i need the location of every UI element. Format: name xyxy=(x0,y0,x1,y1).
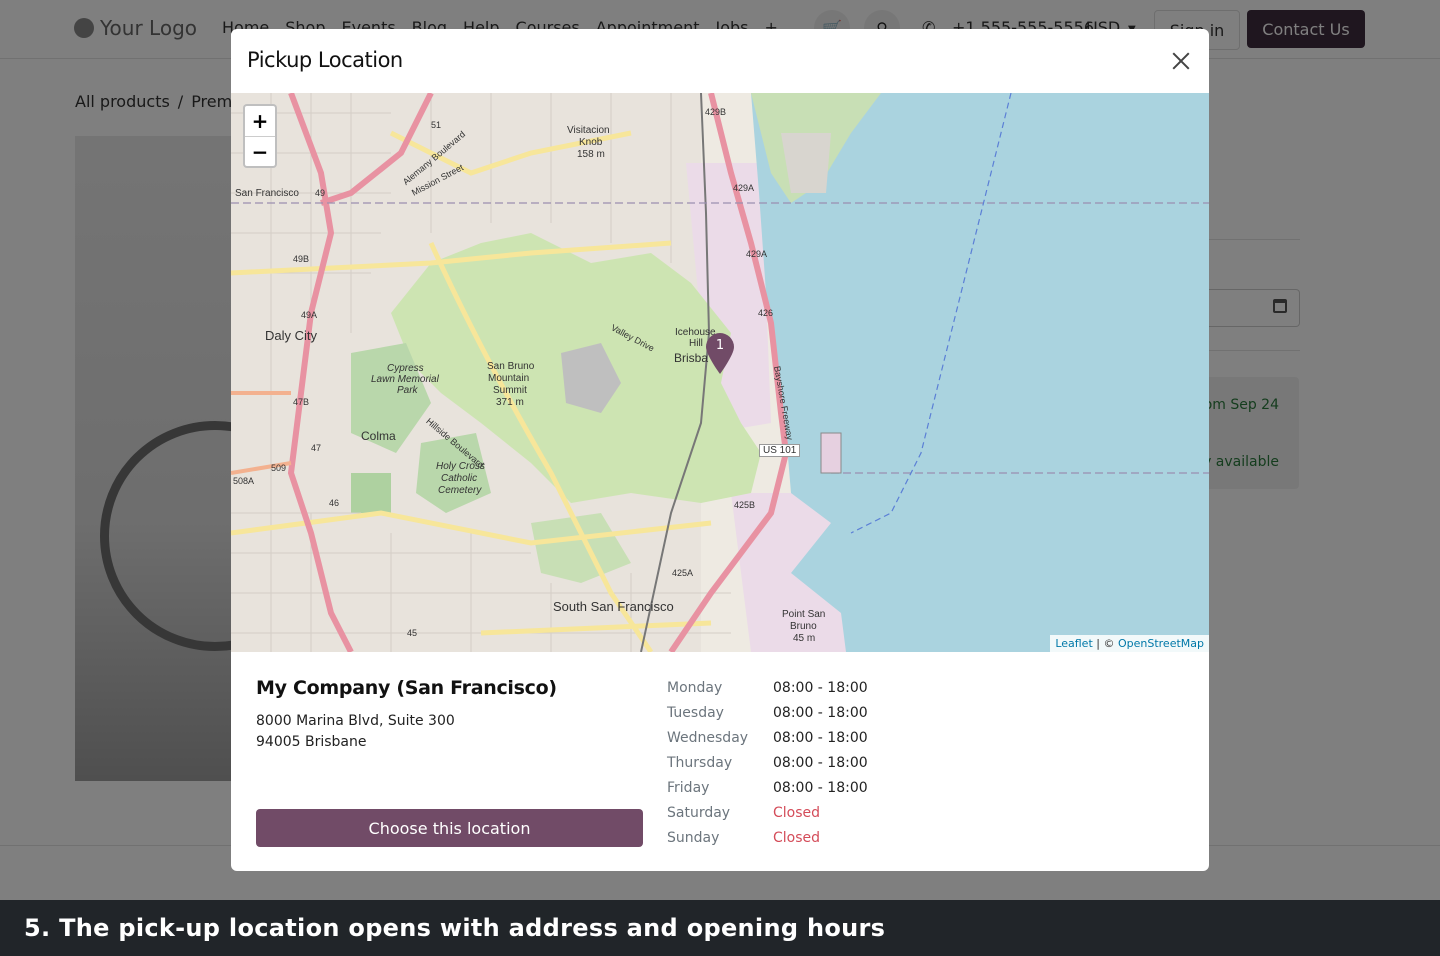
location-name: My Company (San Francisco) xyxy=(256,677,557,699)
map-label-visitacion: Visitacion xyxy=(567,125,610,136)
zoom-in-button[interactable]: + xyxy=(245,106,275,136)
map-label-us-101: US 101 xyxy=(759,444,801,457)
map-label-point-san-bruno-2: Bruno xyxy=(790,621,817,632)
leaflet-link[interactable]: Leaflet xyxy=(1055,637,1092,650)
map-label-point-elevation: 45 m xyxy=(793,633,816,644)
hours-time: 08:00 - 18:00 xyxy=(773,679,868,696)
map-label-san-bruno-mountain: Mountain xyxy=(488,373,530,384)
map-label-icehouse-hill: Hill xyxy=(689,338,703,349)
hours-day: Thursday xyxy=(667,754,733,771)
map-label-exit-429b: 429B xyxy=(705,107,727,117)
hours-day: Friday xyxy=(667,779,710,796)
hours-day: Saturday xyxy=(667,804,731,821)
map-label-daly-city: Daly City xyxy=(265,328,318,343)
map-label-visitacion-elevation: 158 m xyxy=(577,149,605,160)
map-label-colma: Colma xyxy=(361,429,396,443)
zoom-out-button[interactable]: − xyxy=(245,136,275,167)
map-attribution: Leaflet | © OpenStreetMap xyxy=(1050,635,1209,652)
hours-row: Saturday Closed xyxy=(667,800,868,825)
map-label-san-francisco: San Francisco xyxy=(235,188,299,199)
map-label-exit-47b: 47B xyxy=(293,397,310,407)
map-label-san-bruno-summit: Summit xyxy=(493,385,527,396)
marker-number: 1 xyxy=(715,338,725,353)
map-label-exit-429a: 429A xyxy=(733,183,755,193)
hours-time: 08:00 - 18:00 xyxy=(773,754,868,771)
opening-hours: Monday 08:00 - 18:00 Tuesday 08:00 - 18:… xyxy=(667,675,868,850)
hours-row: Monday 08:00 - 18:00 xyxy=(667,675,868,700)
map-label-cypress-lawn: Lawn Memorial xyxy=(371,374,439,385)
map-label-exit-49b: 49B xyxy=(293,254,310,264)
hours-row: Tuesday 08:00 - 18:00 xyxy=(667,700,868,725)
address-street: 8000 Marina Blvd, Suite 300 xyxy=(256,713,455,729)
map-label-point-san-bruno: Point San xyxy=(782,609,826,620)
map-label-san-bruno-elevation: 371 m xyxy=(496,397,524,408)
modal-title: Pickup Location xyxy=(247,48,403,72)
pickup-location-modal: Pickup Location Daly City Colma South Sa… xyxy=(231,29,1209,871)
attribution-separator: | © xyxy=(1092,637,1118,650)
zoom-control: + − xyxy=(243,104,277,168)
map-label-holy-cross-catholic: Catholic xyxy=(441,473,478,484)
caption-bar: 5. The pick-up location opens with addre… xyxy=(0,900,1440,956)
map-label-brisbane: Brisba xyxy=(674,351,709,365)
hours-day: Wednesday xyxy=(667,729,749,746)
close-icon[interactable] xyxy=(1169,49,1193,73)
map-label-exit-49: 49 xyxy=(315,188,326,198)
hours-day: Tuesday xyxy=(667,704,724,721)
map-label-exit-46: 46 xyxy=(329,498,340,508)
hours-time: 08:00 - 18:00 xyxy=(773,729,868,746)
hours-time: 08:00 - 18:00 xyxy=(773,779,868,796)
map-label-exit-426: 426 xyxy=(758,308,774,318)
map-label-cypress-park: Park xyxy=(397,385,418,396)
hours-row: Thursday 08:00 - 18:00 xyxy=(667,750,868,775)
map-label-cypress: Cypress xyxy=(387,363,424,374)
map-label-exit-425b: 425B xyxy=(734,500,756,510)
location-details: My Company (San Francisco) 8000 Marina B… xyxy=(256,677,643,753)
map-label-visitacion-knob: Knob xyxy=(579,137,603,148)
map-label-exit-45: 45 xyxy=(407,628,418,638)
map-label-exit-425a: 425A xyxy=(672,568,694,578)
hours-day: Monday xyxy=(667,679,723,696)
map-label-exit-49a: 49A xyxy=(301,310,318,320)
map-label-exit-51: 51 xyxy=(431,120,442,130)
hours-time-closed: Closed xyxy=(773,804,821,821)
address-city: 94005 Brisbane xyxy=(256,734,367,750)
map-label-exit-509: 509 xyxy=(271,463,287,473)
map-label-san-bruno: San Bruno xyxy=(487,361,535,372)
map-label-south-san-francisco: South San Francisco xyxy=(553,599,674,614)
caption-text: 5. The pick-up location opens with addre… xyxy=(24,914,886,942)
map-label-exit-429a-2: 429A xyxy=(746,249,768,259)
hours-day: Sunday xyxy=(667,829,720,846)
choose-location-button[interactable]: Choose this location xyxy=(256,809,643,847)
map[interactable]: Daly City Colma South San Francisco Bris… xyxy=(231,93,1209,652)
map-label-holy-cross-cemetery: Cemetery xyxy=(438,485,482,496)
map-label-exit-47: 47 xyxy=(311,443,322,453)
hours-row: Sunday Closed xyxy=(667,825,868,850)
openstreetmap-link[interactable]: OpenStreetMap xyxy=(1118,637,1204,650)
location-marker[interactable]: 1 xyxy=(705,333,735,375)
hours-time: 08:00 - 18:00 xyxy=(773,704,868,721)
modal-header: Pickup Location xyxy=(231,29,1209,94)
hours-row: Wednesday 08:00 - 18:00 xyxy=(667,725,868,750)
hours-time-closed: Closed xyxy=(773,829,821,846)
map-label-exit-508a: 508A xyxy=(233,476,255,486)
hours-row: Friday 08:00 - 18:00 xyxy=(667,775,868,800)
